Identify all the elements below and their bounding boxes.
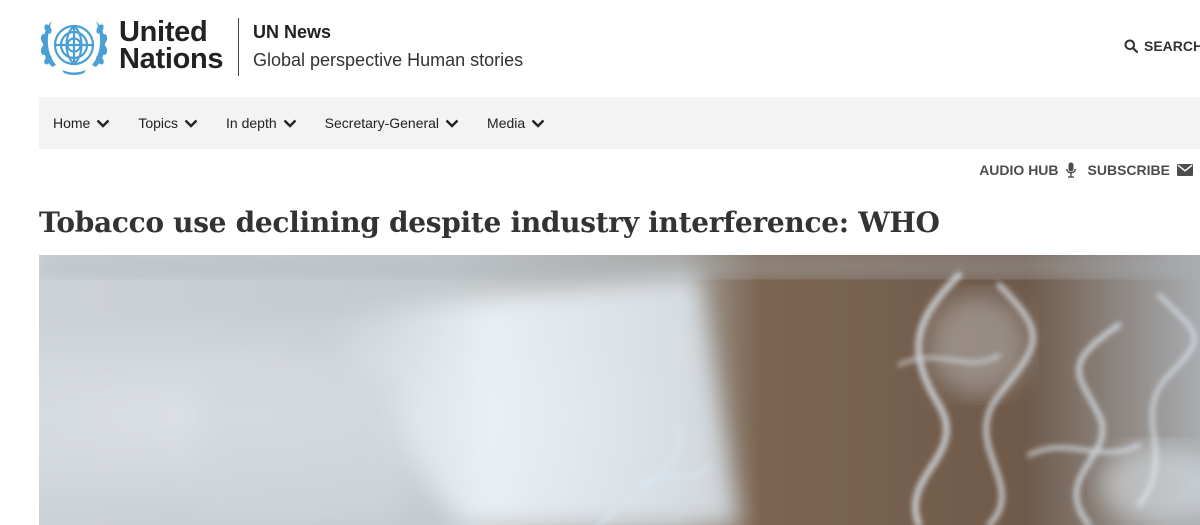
chevron-down-icon [97, 119, 110, 128]
main-nav: Home Topics In depth Secretary-General M… [39, 97, 1200, 149]
logo-wordmark: United Nations [119, 16, 224, 75]
site-header: United Nations UN News Global perspectiv… [0, 0, 1200, 96]
subscribe-label: SUBSCRIBE [1087, 162, 1170, 178]
microphone-icon [1065, 162, 1076, 178]
utility-links: AUDIO HUB SUBSCRIBE [979, 162, 1193, 178]
logo-line-2: Nations [119, 43, 224, 75]
audio-hub-link[interactable]: AUDIO HUB [979, 162, 1076, 178]
header-divider [238, 18, 239, 76]
search-button[interactable]: SEARCH [1124, 38, 1200, 54]
envelope-icon [1177, 164, 1193, 176]
un-logo[interactable]: United Nations [38, 15, 224, 77]
nav-item-home[interactable]: Home [53, 115, 110, 131]
chevron-down-icon [283, 119, 297, 128]
nav-item-topics[interactable]: Topics [138, 115, 198, 131]
chevron-down-icon [184, 119, 198, 128]
chevron-down-icon [445, 119, 459, 128]
smoke-photo [39, 255, 1200, 525]
hero-image [39, 255, 1200, 525]
nav-item-label: In depth [226, 115, 277, 131]
nav-item-label: Home [53, 115, 91, 131]
un-emblem-icon [40, 21, 108, 75]
logo-line-1: United [119, 16, 208, 48]
site-tagline: Global perspective Human stories [253, 50, 524, 70]
site-name[interactable]: UN News [253, 22, 523, 43]
nav-item-label: Media [487, 115, 526, 131]
nav-item-label: Secretary-General [324, 115, 440, 131]
nav-item-secretary-general[interactable]: Secretary-General [325, 115, 459, 131]
nav-item-in-depth[interactable]: In depth [226, 115, 297, 131]
chevron-down-icon [531, 119, 545, 128]
site-identity[interactable]: UN News Global perspective Human stories [253, 22, 523, 71]
search-icon [1124, 39, 1138, 53]
nav-item-media[interactable]: Media [487, 115, 545, 131]
article-title: Tobacco use declining despite industry i… [39, 206, 940, 239]
nav-item-label: Topics [138, 115, 179, 131]
search-label: SEARCH [1144, 38, 1200, 54]
audio-hub-label: AUDIO HUB [979, 162, 1059, 178]
subscribe-link[interactable]: SUBSCRIBE [1088, 162, 1193, 178]
